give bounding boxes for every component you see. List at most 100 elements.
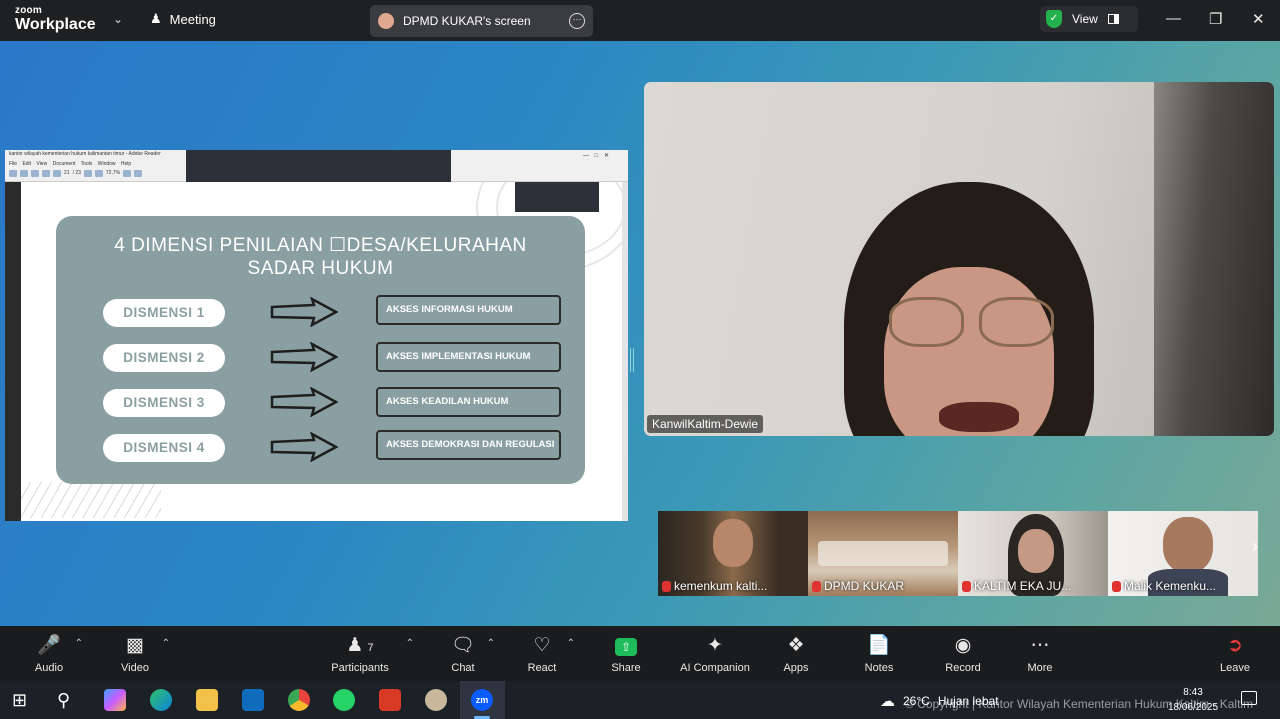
decor-stripes [21,482,161,518]
slide-card: 4 DIMENSI PENILAIAN ☐DESA/KELURAHAN SADA… [56,216,585,484]
slide-title-line1: 4 DIMENSI PENILAIAN ☐DESA/KELURAHAN [114,235,527,256]
page-current: 21 [64,170,70,176]
file-explorer-icon[interactable] [196,689,218,711]
split-view-handle[interactable] [630,348,634,372]
ai-companion-label: AI Companion [680,662,750,674]
redacted-area [186,150,451,182]
participants-icon: ♟ 7 [346,635,374,656]
meeting-stage: kantor wilayah kementerian hukum kaliman… [0,41,1280,626]
minimize-icon[interactable]: — [1166,10,1181,27]
react-label: React [527,662,557,674]
chat-button[interactable]: 🗨 Chat ⌃ [449,634,495,674]
chevron-up-icon[interactable]: ⌃ [75,638,83,649]
meeting-room-table [818,541,948,566]
more-options-icon[interactable]: ··· [569,13,585,29]
apps-button[interactable]: ❖ Apps [780,634,812,674]
participant-face [1018,529,1054,573]
video-label: Video [121,662,149,674]
dimension-label: DISMENSI 1 [103,299,225,327]
heart-icon: ♡ [533,635,551,656]
slide-title-line2: SADAR HUKUM [247,258,394,279]
apps-label: Apps [783,662,809,674]
chat-label: Chat [451,662,475,674]
acrobat-menu: File Edit View Document Tools Window Hel… [9,161,132,167]
participant-tile[interactable]: KALTIM EKA JU... [958,511,1108,596]
ai-companion-button[interactable]: ✦ AI Companion [678,634,752,674]
chevron-up-icon[interactable]: ⌃ [567,638,575,649]
acrobat-scrollbar [622,182,628,521]
apps-icon: ❖ [787,635,805,656]
title-bar: zoom Workplace ⌄ ♟ Meeting DPMD KUKAR's … [0,0,1280,41]
windows-start-icon[interactable]: ⊞ [12,689,34,711]
search-icon[interactable]: ⚲ [57,689,79,711]
participant-tile[interactable]: Malik Kemenku... [1108,511,1258,596]
copilot-icon[interactable] [104,689,126,711]
leave-button[interactable]: ➲ Leave [1218,634,1252,674]
outlook-icon[interactable] [242,689,264,711]
arrow-right-icon [270,387,338,417]
active-speaker-video[interactable]: KanwilKaltim-Dewie [644,82,1274,436]
weather-cloud-icon: ☁ [880,693,895,710]
participant-name: Malik Kemenku... [1124,579,1217,593]
share-label: Share [611,662,641,674]
mic-muted-icon [962,580,971,592]
participants-count: 7 [367,642,374,654]
audio-label: Audio [34,662,64,674]
view-button[interactable]: ✓ View [1040,6,1138,32]
paint-app-icon[interactable] [425,689,447,711]
participant-name: KALTIM EKA JU... [974,579,1072,593]
participant-label: kemenkum kalti... [662,579,767,593]
meeting-info-button[interactable]: ♟ Meeting [150,11,216,27]
dimension-label: DISMENSI 2 [103,344,225,372]
slide-title: 4 DIMENSI PENILAIAN ☐DESA/KELURAHAN SADA… [56,234,585,280]
participant-tile[interactable]: DPMD KUKAR [808,511,958,596]
share-button[interactable]: ⇧ Share [610,634,642,674]
acrobat-title: kantor wilayah kementerian hukum kaliman… [9,151,161,157]
shared-screen[interactable]: kantor wilayah kementerian hukum kaliman… [5,150,628,521]
participant-label: Malik Kemenku... [1112,579,1216,593]
audio-button[interactable]: 🎤 Audio ⌃ [33,634,83,674]
participants-button[interactable]: ♟ 7 Participants ⌃ [330,634,414,674]
chevron-down-icon[interactable]: ⌄ [113,12,123,26]
mic-muted-icon [662,580,671,592]
acrobat-tools: 21 / 23 72,7% [9,170,184,179]
zoom-level: 72,7% [105,170,121,176]
record-label: Record [945,662,981,674]
react-button[interactable]: ♡ React ⌃ [527,634,575,674]
logo-line2: Workplace [15,16,96,33]
speaker-name-tag: KanwilKaltim-Dewie [647,415,764,433]
presenter-avatar [378,13,394,29]
chrome-icon[interactable] [288,689,310,711]
record-button[interactable]: ◉ Record [944,634,982,674]
speaker-glasses [979,297,1054,347]
mic-muted-icon: 🎤 [37,635,61,656]
participant-label: KALTIM EKA JU... [962,579,1071,593]
dimension-label: DISMENSI 4 [103,434,225,462]
chevron-up-icon[interactable]: ⌃ [406,638,414,649]
arrow-right-icon [270,432,338,462]
acrobat-window-controls: — □ ✕ [583,153,609,159]
view-layout-icon [1107,14,1119,24]
speaker-glasses [889,297,964,347]
chevron-right-icon[interactable]: › [1252,536,1258,557]
restore-icon[interactable]: ❐ [1209,10,1222,28]
chevron-up-icon[interactable]: ⌃ [487,638,495,649]
close-icon[interactable]: ✕ [1252,10,1265,28]
participant-name: DPMD KUKAR [824,579,905,593]
edge-browser-icon[interactable] [150,689,172,711]
screen-share-indicator[interactable]: DPMD KUKAR's screen ··· [370,5,593,37]
dimension-target: AKSES DEMOKRASI DAN REGULASI [376,430,561,460]
leave-label: Leave [1220,662,1250,674]
more-button[interactable]: ⋯ More [1024,634,1056,674]
participant-tile[interactable]: kemenkum kalti... [658,511,808,596]
zoom-app-icon[interactable]: zm [471,689,493,711]
participant-strip: kemenkum kalti... DPMD KUKAR KALTIM EKA … [658,511,1258,596]
whatsapp-icon[interactable] [333,689,355,711]
video-button[interactable]: ▩ Video ⌃ [118,634,170,674]
chevron-up-icon[interactable]: ⌃ [162,638,170,649]
participant-face [713,519,753,567]
video-background [1154,82,1274,436]
notes-button[interactable]: 📄 Notes [862,634,896,674]
speaker-mouth [939,402,1019,432]
acrobat-reader-icon[interactable] [379,689,401,711]
